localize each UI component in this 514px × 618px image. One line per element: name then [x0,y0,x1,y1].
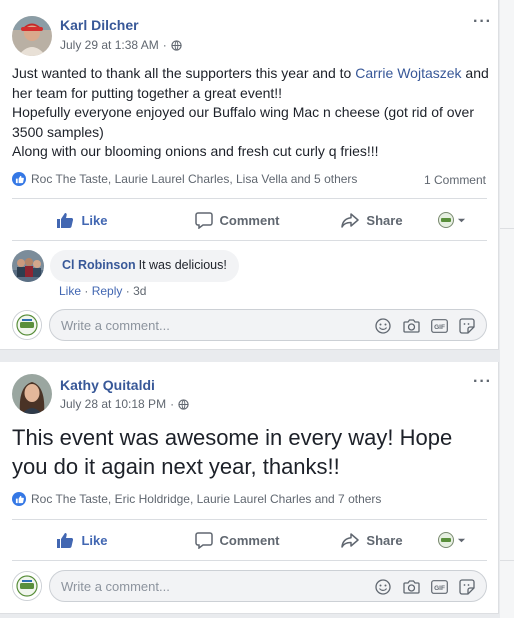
write-comment-row: GIF [12,570,488,602]
commenter-name[interactable]: Cl Robinson [62,258,136,272]
post-karl-dilcher: Karl Dilcher July 29 at 1:38 AM · ··· Ju… [0,0,499,350]
more-icon[interactable]: ··· [473,14,492,30]
reaction-summary[interactable]: Roc The Taste, Eric Holdridge, Laurie La… [12,492,381,506]
like-icon [57,213,74,228]
comment-reply-link[interactable]: Reply [92,284,123,298]
sticker-icon[interactable] [458,578,476,596]
comment-like-link[interactable]: Like [59,284,81,298]
comment-bubble: Cl Robinson It was delicious! [50,250,239,282]
post-timestamp[interactable]: July 28 at 10:18 PM [60,397,166,411]
post-body: Just wanted to thank all the supporters … [12,65,489,159]
meta-separator: · [170,397,175,411]
reaction-names[interactable]: Roc The Taste, Eric Holdridge, Laurie La… [31,492,381,506]
post-kathy-quitaldi: Kathy Quitaldi July 28 at 10:18 PM · ···… [0,362,499,614]
comment-count[interactable]: 1 Comment [424,173,486,187]
svg-text:GIF: GIF [434,324,445,331]
share-icon [341,213,360,228]
divider [12,198,487,199]
svg-text:GIF: GIF [434,585,445,592]
emoji-icon[interactable] [374,317,392,335]
share-button[interactable]: Share [322,524,422,556]
comment-input[interactable] [61,578,361,594]
comment-input-icons: GIF [374,317,476,335]
chevron-down-icon [457,218,466,222]
like-reaction-icon [12,492,26,506]
sticker-icon[interactable] [458,317,476,335]
emoji-icon[interactable] [374,578,392,596]
comment-input-icons: GIF [374,578,476,596]
comment-button[interactable]: Comment [152,524,322,556]
globe-icon [171,39,182,51]
comment-input-box[interactable]: GIF [49,570,487,602]
like-button[interactable]: Like [12,204,152,236]
comment-age[interactable]: 3d [133,284,146,298]
audience-icon [438,532,454,548]
more-icon[interactable]: ··· [473,374,492,390]
audience-icon [438,212,454,228]
mention-link[interactable]: Carrie Wojtaszek [355,65,461,81]
camera-icon[interactable] [402,317,420,335]
share-icon [341,533,360,548]
comment-icon [194,212,213,229]
gif-icon[interactable]: GIF [430,317,448,335]
comment-actions: Like · Reply · 3d [59,284,147,298]
post-body: This event was awesome in every way! Hop… [12,425,453,479]
globe-icon [178,398,189,410]
author-avatar[interactable] [12,16,52,56]
right-edge-strip [500,0,514,618]
author-name[interactable]: Karl Dilcher [60,17,139,33]
meta-separator: · [162,38,167,52]
post-timestamp[interactable]: July 29 at 1:38 AM [60,38,159,52]
comment-icon [194,532,213,549]
reaction-summary[interactable]: Roc The Taste, Laurie Laurel Charles, Li… [12,172,357,186]
audience-selector[interactable] [422,204,482,236]
author-name[interactable]: Kathy Quitaldi [60,377,155,393]
post-meta: July 29 at 1:38 AM · [60,38,182,52]
share-button[interactable]: Share [322,204,422,236]
audience-selector[interactable] [422,524,482,556]
like-icon [57,533,74,548]
write-comment-row: GIF [12,309,488,341]
current-user-avatar[interactable] [12,571,42,601]
divider [12,560,487,561]
camera-icon[interactable] [402,578,420,596]
commenter-avatar[interactable] [12,250,44,282]
post-meta: July 28 at 10:18 PM · [60,397,189,411]
comment-button[interactable]: Comment [152,204,322,236]
chevron-down-icon [457,538,466,542]
current-user-avatar[interactable] [12,310,42,340]
like-reaction-icon [12,172,26,186]
divider [12,240,487,241]
comment-input-box[interactable]: GIF [49,309,487,341]
like-button[interactable]: Like [12,524,152,556]
comment-input[interactable] [61,317,361,333]
gif-icon[interactable]: GIF [430,578,448,596]
action-bar: Like Comment Share [12,520,487,560]
reaction-names[interactable]: Roc The Taste, Laurie Laurel Charles, Li… [31,172,357,186]
comment-text: It was delicious! [138,258,227,272]
author-avatar[interactable] [12,374,52,414]
action-bar: Like Comment Share [12,200,487,240]
